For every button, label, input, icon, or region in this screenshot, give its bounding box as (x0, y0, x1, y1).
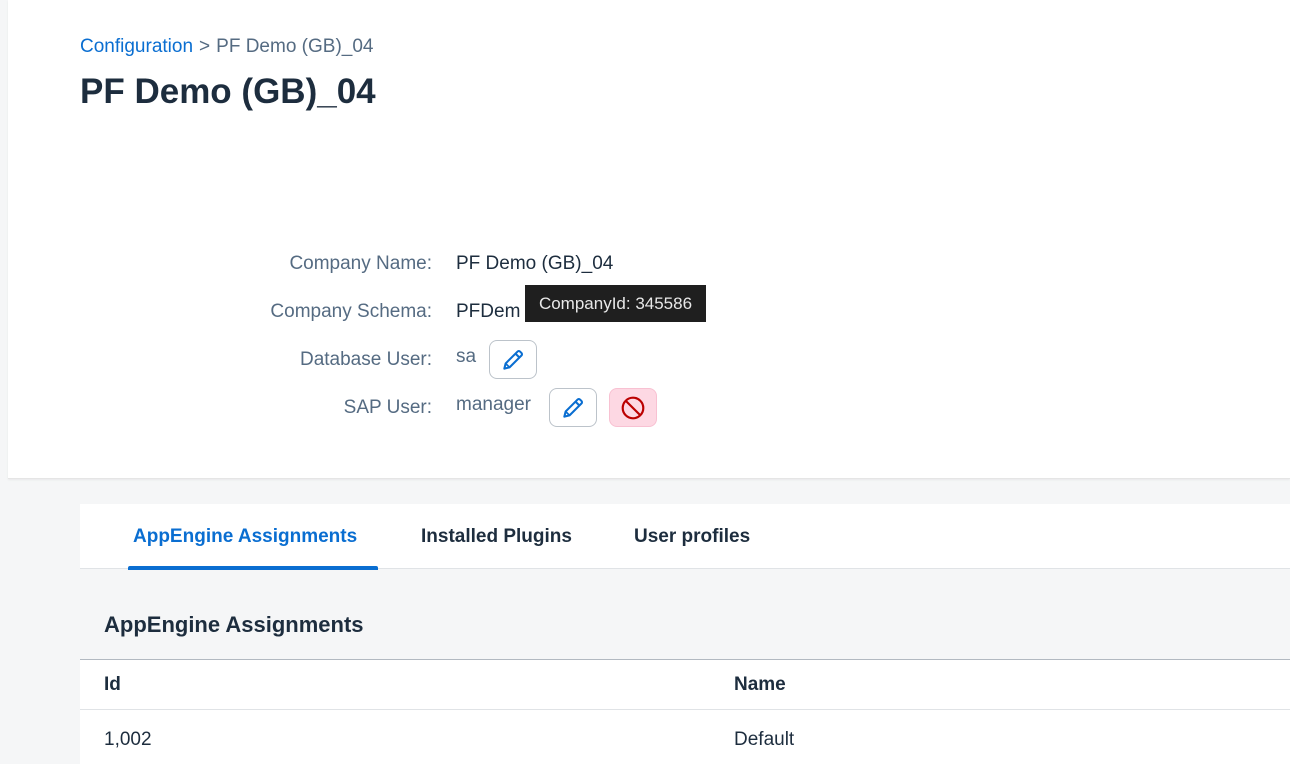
column-header-name[interactable]: Name (734, 674, 786, 696)
breadcrumb-configuration-link[interactable]: Configuration (80, 36, 193, 57)
database-user-label: Database User: (299, 349, 432, 370)
edit-database-user-button[interactable] (489, 340, 537, 379)
tab-user-profiles[interactable]: User profiles (634, 526, 750, 548)
tab-installed-plugins[interactable]: Installed Plugins (421, 526, 572, 548)
database-user-value: sa (456, 346, 477, 367)
breadcrumb-separator: > (199, 36, 211, 57)
active-tab-indicator (128, 566, 378, 570)
remove-sap-user-button[interactable] (609, 388, 657, 427)
tab-appengine-assignments[interactable]: AppEngine Assignments (133, 526, 357, 548)
pencil-icon (503, 349, 523, 370)
company-id-tooltip: CompanyId: 345586 (525, 285, 706, 322)
breadcrumb-current: PF Demo (GB)_04 (216, 36, 374, 57)
cancel-icon (621, 396, 645, 419)
tab-bar: AppEngine Assignments Installed Plugins … (80, 504, 1290, 570)
sap-user-label: SAP User: (343, 397, 432, 418)
company-name-label: Company Name: (289, 253, 432, 274)
header-divider (80, 709, 1290, 710)
edit-sap-user-button[interactable] (549, 388, 597, 427)
object-page-header: Configuration > PF Demo (GB)_04 PF Demo (G… (8, 0, 1290, 479)
left-edge (0, 0, 8, 764)
table-cell-id[interactable]: 1,002 (104, 729, 152, 751)
appengine-assignments-table: Id Name 1,002 Default (80, 659, 1290, 764)
page-title: PF Demo (GB)_04 (80, 72, 376, 111)
company-name-value: PF Demo (GB)_04 (456, 253, 614, 274)
table-cell-name[interactable]: Default (734, 729, 794, 751)
pencil-icon (563, 397, 583, 418)
company-schema-value: PFDem (456, 301, 521, 322)
breadcrumb: Configuration > PF Demo (GB)_04 (80, 36, 373, 58)
sap-user-value: manager (456, 394, 531, 415)
section-title: AppEngine Assignments (104, 612, 364, 637)
column-header-id[interactable]: Id (104, 674, 121, 696)
company-schema-label: Company Schema: (270, 301, 432, 322)
